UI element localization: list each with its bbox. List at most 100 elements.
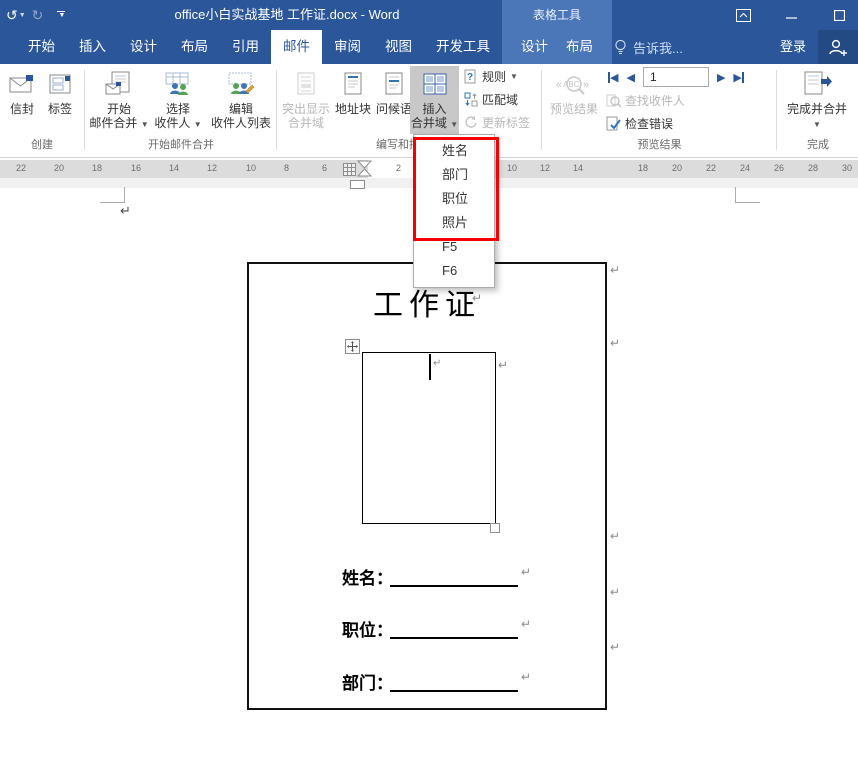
left-indent-marker[interactable] (350, 180, 365, 189)
tab-mailings[interactable]: 邮件 (271, 30, 322, 64)
tell-me-box[interactable]: 告诉我... (614, 30, 683, 64)
group-start-mail-merge: 开始 邮件合并 ▼ 选择 收件人 ▼ 编辑 收件人列表 开始邮件合并 (86, 64, 276, 157)
ruler-number: 6 (322, 163, 327, 173)
paragraph-mark-icon (521, 566, 531, 578)
group-write-insert-fields: 突出显示 合并域 地址块 问候语 插入 合并域 ▼ (278, 64, 540, 157)
preview-results-icon: «ABC» (556, 66, 592, 102)
envelopes-button[interactable]: 信封 (4, 66, 40, 134)
tab-developer[interactable]: 开发工具 (424, 30, 502, 64)
tab-insert[interactable]: 插入 (67, 30, 118, 64)
page-margin-crop-mark (735, 187, 760, 203)
menu-item-position[interactable]: 职位 (414, 187, 494, 211)
tab-view[interactable]: 视图 (373, 30, 424, 64)
rules-button[interactable]: ? 规则 ▼ (464, 67, 518, 86)
page-margin-crop-mark (100, 187, 125, 203)
highlight-merge-fields-icon (296, 66, 316, 102)
ruler-number: 12 (207, 163, 217, 173)
check-errors-button[interactable]: 检查错误 (606, 114, 673, 133)
ruler-number: 30 (842, 163, 852, 173)
next-record-button[interactable]: ▶ (717, 71, 725, 84)
paragraph-mark-icon (521, 618, 531, 630)
word-window: ↺▼ ↻ ▼ office小白实战基地 工作证.docx - Word 表格工具… (0, 0, 858, 760)
ribbon-display-options-button[interactable] (730, 0, 756, 30)
menu-item-name[interactable]: 姓名 (414, 139, 494, 163)
tab-references[interactable]: 引用 (220, 30, 271, 64)
position-blank-line (390, 619, 518, 639)
tab-layout[interactable]: 布局 (169, 30, 220, 64)
tab-review[interactable]: 审阅 (322, 30, 373, 64)
first-record-button[interactable]: ◀ (608, 71, 618, 84)
ruler-number: 18 (92, 163, 102, 173)
edit-recipient-list-button[interactable]: 编辑 收件人列表 (208, 66, 274, 134)
menu-item-f5[interactable]: F5 (414, 235, 494, 259)
svg-text:«: « (556, 79, 562, 91)
address-block-button[interactable]: 地址块 (334, 66, 372, 134)
ruler-number: 14 (573, 163, 583, 173)
find-recipient-icon (606, 93, 621, 108)
menu-item-photo[interactable]: 照片 (414, 211, 494, 235)
group-preview-results: «ABC» 预览结果 ◀ ◀ ▶ ▶ 查找收件人 检查错误 预览结果 (543, 64, 776, 157)
minimize-button[interactable] (778, 0, 804, 30)
check-errors-icon (606, 116, 621, 131)
ruler-number: 20 (54, 163, 64, 173)
insert-merge-field-menu: 姓名 部门 职位 照片 F5 F6 (413, 134, 495, 288)
group-label-create: 创建 (0, 136, 84, 152)
field-label-department: 部门： (342, 669, 393, 694)
match-fields-button[interactable]: 匹配域 (464, 90, 518, 109)
greeting-line-button[interactable]: 问候语 (374, 66, 414, 134)
ruler-number: 22 (16, 163, 26, 173)
dropdown-caret-icon: ▼ (813, 120, 821, 129)
insert-merge-field-button[interactable]: 插入 合并域 ▼ (410, 66, 459, 134)
finish-merge-button[interactable]: 完成并合并 ▼ (782, 66, 852, 134)
tab-home[interactable]: 开始 (16, 30, 67, 64)
dropdown-caret-icon: ▼ (194, 120, 202, 129)
name-blank-line (390, 567, 518, 587)
paragraph-mark-icon (120, 205, 131, 217)
text-cursor (429, 354, 431, 380)
table-column-marker-icon[interactable] (343, 163, 356, 176)
row-end-mark-icon (498, 359, 508, 371)
cell-end-mark-icon (433, 358, 441, 370)
account-button[interactable] (818, 30, 858, 64)
select-recipients-button[interactable]: 选择 收件人 ▼ (150, 66, 206, 134)
address-block-icon (343, 66, 363, 102)
start-mail-merge-button[interactable]: 开始 邮件合并 ▼ (90, 66, 148, 134)
labels-icon (48, 66, 72, 102)
preview-results-button: «ABC» 预览结果 (546, 66, 602, 134)
svg-text:»: » (583, 79, 589, 91)
ruler-number: 8 (284, 163, 289, 173)
sign-in-link[interactable]: 登录 (780, 30, 806, 64)
ruler-number: 14 (169, 163, 179, 173)
last-record-button[interactable]: ▶ (733, 71, 743, 84)
edit-recipient-list-icon (227, 66, 255, 102)
dropdown-caret-icon: ▼ (510, 73, 518, 81)
row-end-mark-icon (610, 641, 620, 653)
tab-design[interactable]: 设计 (118, 30, 169, 64)
tab-table-design[interactable]: 设计 (512, 30, 557, 64)
ribbon-tab-row: 开始 插入 设计 布局 引用 邮件 审阅 视图 开发工具 设计 布局 告诉我..… (0, 30, 858, 64)
group-separator (776, 70, 777, 150)
record-number-input[interactable] (643, 67, 709, 87)
labels-button[interactable]: 标签 (42, 66, 78, 134)
record-navigator: ◀ ◀ ▶ ▶ (608, 67, 744, 87)
ruler-number: 26 (774, 163, 784, 173)
menu-item-f6[interactable]: F6 (414, 259, 494, 283)
table-resize-handle[interactable] (490, 523, 500, 533)
field-label-name: 姓名： (342, 564, 393, 589)
dropdown-caret-icon: ▼ (141, 120, 149, 129)
start-mail-merge-icon (105, 66, 133, 102)
select-recipients-icon (164, 66, 192, 102)
tab-table-layout[interactable]: 布局 (557, 30, 602, 64)
match-fields-icon (464, 92, 478, 107)
field-label-position: 职位： (342, 616, 393, 641)
maximize-button[interactable] (826, 0, 852, 30)
insert-merge-field-icon (423, 66, 447, 102)
table-move-handle[interactable] (345, 339, 360, 354)
ruler-number: 18 (638, 163, 648, 173)
indent-markers-icon[interactable] (357, 160, 372, 178)
row-end-mark-icon (610, 530, 620, 542)
ruler-number: 24 (740, 163, 750, 173)
menu-item-department[interactable]: 部门 (414, 163, 494, 187)
previous-record-button[interactable]: ◀ (626, 71, 634, 84)
paragraph-mark-icon (521, 671, 531, 683)
